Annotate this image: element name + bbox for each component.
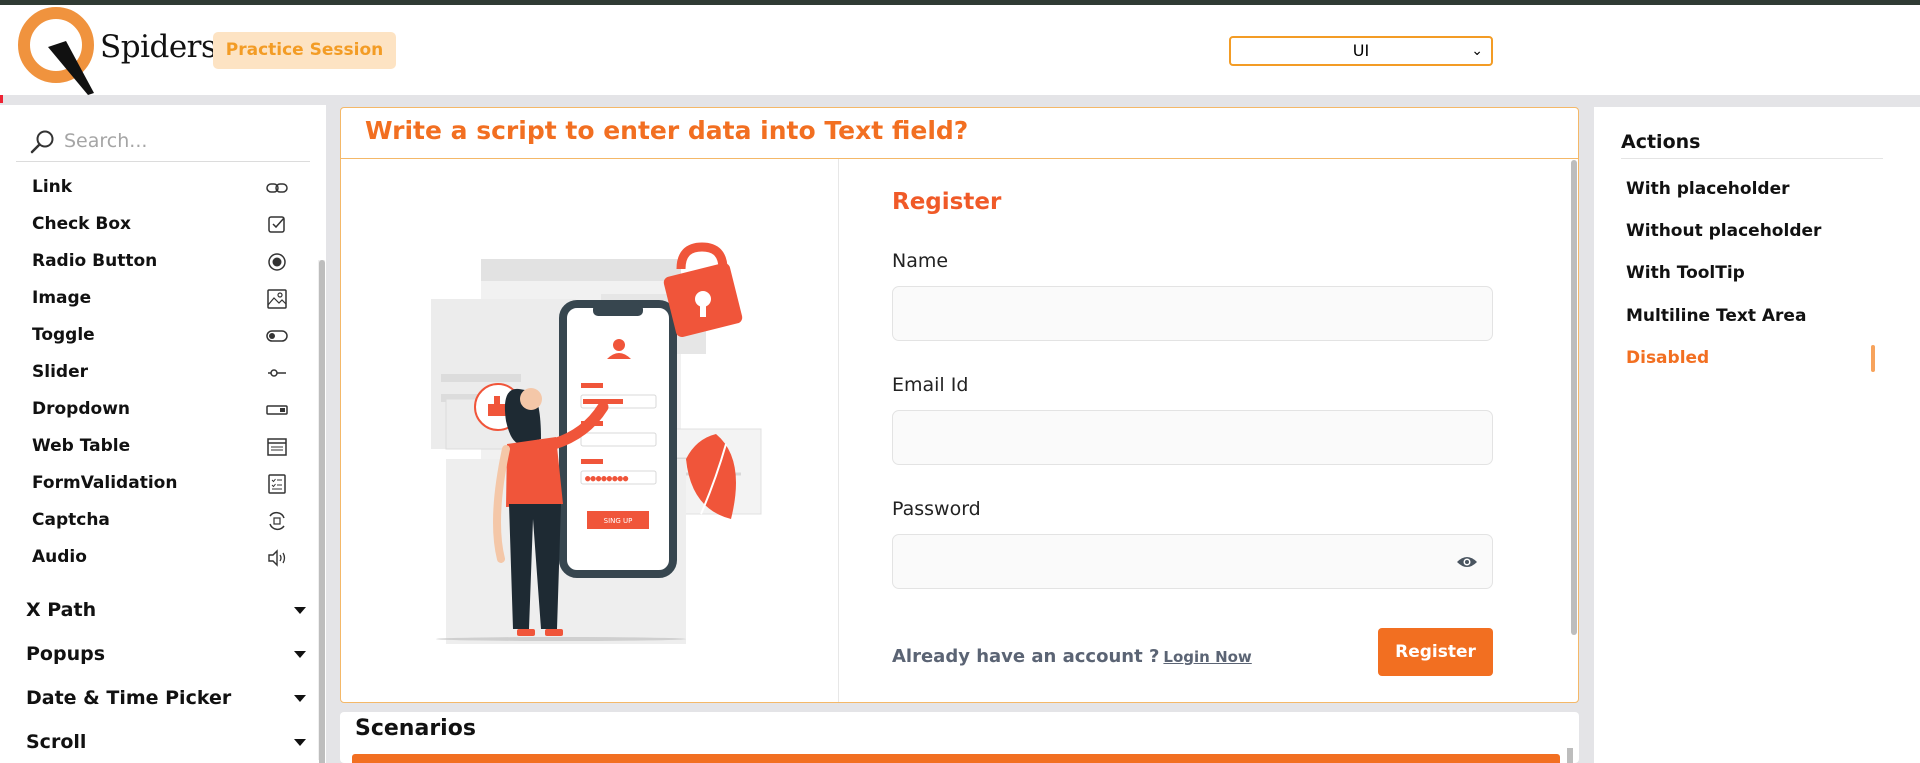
sidebar-item-web-table[interactable]: Web Table [32,432,302,462]
sidebar-item-image[interactable]: Image [32,284,302,314]
active-action-indicator [1871,345,1875,372]
illustration-signup-label: SING UP [604,517,633,525]
sidebar-item-label: Captcha [32,510,110,530]
sidebar-item-label: Check Box [32,214,132,234]
register-illustration: ●●●●●●●● SING UP [431,242,762,644]
category-select-value: UI [1352,41,1370,60]
sidebar-item-label: FormValidation [32,473,178,493]
sidebar-item-form-validation[interactable]: FormValidation [32,469,302,499]
password-input[interactable] [892,534,1493,589]
caret-down-icon [294,607,306,614]
logo[interactable]: Spiders [18,7,217,97]
action-with-tooltip[interactable]: With ToolTip [1626,263,1745,283]
radio-icon [268,253,286,271]
scenarios-panel: Scenarios [340,712,1579,763]
sidebar-item-toggle[interactable]: Toggle [32,321,302,351]
sidebar-item-slider[interactable]: Slider [32,358,302,388]
svg-text:●●●●●●●●: ●●●●●●●● [585,474,629,484]
actions-divider [1621,158,1883,159]
logo-text: Spiders [100,29,217,65]
sidebar-item-check-box[interactable]: Check Box [32,210,302,240]
sidebar-item-label: Link [32,177,73,197]
column-divider [838,159,839,702]
sidebar-item-radio-button[interactable]: Radio Button [32,247,302,277]
form-icon [268,474,286,494]
sidebar-item-label: Web Table [32,436,131,456]
exercise-title: Write a script to enter data into Text f… [365,116,969,145]
register-form: Register Name Email Id Password Already … [892,159,1532,702]
practice-session-badge[interactable]: Practice Session [213,32,396,69]
sidebar-item-dropdown[interactable]: Dropdown [32,395,302,425]
scenarios-scrollbar[interactable] [1567,748,1573,763]
sidebar: Link Check Box Radio Button Image Toggle… [0,105,326,763]
audio-icon [268,549,286,567]
register-button[interactable]: Register [1378,628,1493,676]
action-multiline-text-area[interactable]: Multiline Text Area [1626,306,1806,326]
card-scrollbar-thumb[interactable] [1571,160,1577,635]
section-label: X Path [26,599,97,621]
password-label: Password [892,498,981,520]
search-input[interactable] [64,125,304,157]
section-popups[interactable]: Popups [26,637,306,671]
sidebar-item-label: Audio [32,547,87,567]
sidebar-scrollbar-thumb[interactable] [319,260,325,763]
edge-marker [0,95,3,103]
sidebar-item-label: Radio Button [32,251,158,271]
chevron-down-icon: ⌄ [1471,43,1483,59]
image-icon [267,289,287,309]
search-icon [30,130,54,154]
section-scroll[interactable]: Scroll [26,725,306,759]
section-x-path[interactable]: X Path [26,593,306,627]
actions-panel: Actions With placeholder Without placeho… [1594,107,1920,763]
sidebar-item-label: Image [32,288,92,308]
sidebar-item-captcha[interactable]: Captcha [32,506,302,536]
link-icon [266,183,288,193]
name-input[interactable] [892,286,1493,341]
caret-down-icon [294,739,306,746]
search-box[interactable] [30,125,310,157]
action-with-placeholder[interactable]: With placeholder [1626,179,1790,199]
sidebar-item-label: Dropdown [32,399,130,419]
section-label: Popups [26,643,106,665]
sidebar-item-link[interactable]: Link [32,173,302,203]
account-text: Already have an account ? [892,646,1160,667]
header: Spiders Practice Session UI ⌄ [0,5,1920,95]
caret-down-icon [294,695,306,702]
toggle-icon [266,330,288,342]
sidebar-menu: Link Check Box Radio Button Image Toggle… [0,167,310,585]
scenarios-title: Scenarios [355,716,476,741]
dropdown-icon [266,405,288,415]
name-label: Name [892,250,949,272]
table-icon [267,438,287,456]
section-date-time-picker[interactable]: Date & Time Picker [26,681,306,715]
email-label: Email Id [892,374,969,396]
scenarios-header-bar [352,754,1560,763]
actions-title: Actions [1621,131,1701,153]
category-select[interactable]: UI ⌄ [1229,36,1493,66]
register-heading: Register [892,189,1002,215]
exercise-card: Write a script to enter data into Text f… [340,107,1579,703]
login-now-link[interactable]: Login Now [1163,648,1251,666]
captcha-icon [269,512,285,530]
section-label: Scroll [26,731,87,753]
sidebar-item-label: Toggle [32,325,95,345]
action-disabled[interactable]: Disabled [1626,348,1709,368]
caret-down-icon [294,651,306,658]
checkbox-icon [268,216,285,233]
slider-icon [268,369,286,377]
action-without-placeholder[interactable]: Without placeholder [1626,221,1821,241]
email-input[interactable] [892,410,1493,465]
sidebar-item-audio[interactable]: Audio [32,543,302,573]
sidebar-item-label: Slider [32,362,88,382]
search-underline [16,161,310,162]
account-prompt: Already have an account ? Login Now [892,646,1252,667]
eye-icon[interactable] [1456,553,1478,571]
section-label: Date & Time Picker [26,687,232,709]
